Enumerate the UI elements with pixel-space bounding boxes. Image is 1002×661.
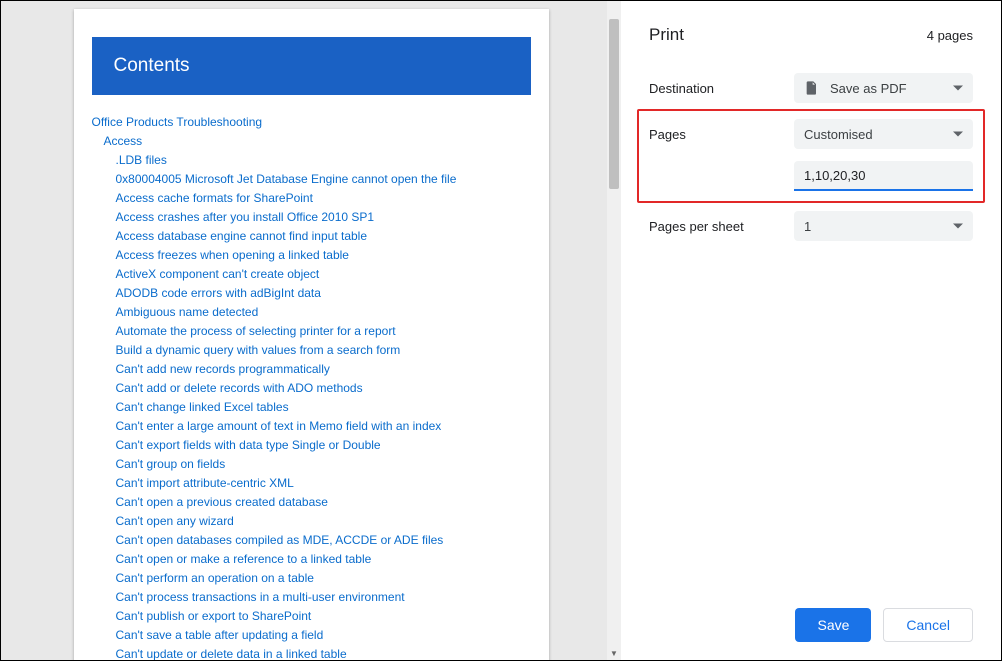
toc-link[interactable]: Can't group on fields <box>116 457 226 471</box>
toc-link[interactable]: ActiveX component can't create object <box>116 267 320 281</box>
toc-link[interactable]: Access database engine cannot find input… <box>116 229 368 243</box>
destination-label: Destination <box>649 81 794 96</box>
chevron-down-icon <box>953 86 963 91</box>
pages-per-sheet-select[interactable]: 1 <box>794 211 973 241</box>
save-button[interactable]: Save <box>795 608 871 642</box>
toc-link[interactable]: Can't open databases compiled as MDE, AC… <box>116 533 444 547</box>
toc-link[interactable]: Can't import attribute-centric XML <box>116 476 294 490</box>
toc-link[interactable]: Access <box>104 134 143 148</box>
toc-link[interactable]: Can't perform an operation on a table <box>116 571 314 585</box>
preview-scrollbar[interactable]: ▲ ▼ <box>607 1 621 660</box>
table-of-contents: Office Products Troubleshooting Access .… <box>74 113 549 660</box>
dialog-title: Print <box>649 25 684 45</box>
toc-link[interactable]: Can't update or delete data in a linked … <box>116 647 347 660</box>
toc-link[interactable]: Can't open a previous created database <box>116 495 328 509</box>
print-settings-panel: Print 4 pages Destination Save as PDF Pa… <box>621 1 1001 660</box>
toc-link[interactable]: Access freezes when opening a linked tab… <box>116 248 349 262</box>
pages-mode-value: Customised <box>804 127 873 142</box>
toc-link[interactable]: ADODB code errors with adBigInt data <box>116 286 321 300</box>
chevron-down-icon <box>953 132 963 137</box>
toc-link[interactable]: Ambiguous name detected <box>116 305 259 319</box>
pages-label: Pages <box>649 127 794 142</box>
pages-per-sheet-label: Pages per sheet <box>649 219 794 234</box>
toc-link[interactable]: Access crashes after you install Office … <box>116 210 375 224</box>
toc-link[interactable]: Can't add or delete records with ADO met… <box>116 381 363 395</box>
page-count: 4 pages <box>927 28 973 43</box>
toc-link[interactable]: Can't publish or export to SharePoint <box>116 609 312 623</box>
toc-link[interactable]: Access cache formats for SharePoint <box>116 191 313 205</box>
toc-link[interactable]: Can't save a table after updating a fiel… <box>116 628 324 642</box>
pdf-icon <box>804 80 820 96</box>
cancel-button[interactable]: Cancel <box>883 608 973 642</box>
toc-link[interactable]: Can't export fields with data type Singl… <box>116 438 381 452</box>
chevron-down-icon <box>953 224 963 229</box>
doc-contents-header: Contents <box>92 37 531 95</box>
pages-mode-select[interactable]: Customised <box>794 119 973 149</box>
pages-per-sheet-value: 1 <box>804 219 811 234</box>
toc-link[interactable]: Can't open or make a reference to a link… <box>116 552 372 566</box>
toc-link[interactable]: Can't process transactions in a multi-us… <box>116 590 405 604</box>
destination-value: Save as PDF <box>830 81 907 96</box>
document-page: Contents Office Products Troubleshooting… <box>74 9 549 660</box>
pages-highlight-box: Pages Customised <box>637 109 985 203</box>
toc-link[interactable]: Can't change linked Excel tables <box>116 400 289 414</box>
scroll-thumb[interactable] <box>609 19 619 189</box>
print-preview-pane: Contents Office Products Troubleshooting… <box>1 1 621 660</box>
toc-link[interactable]: Office Products Troubleshooting <box>92 115 263 129</box>
toc-link[interactable]: Automate the process of selecting printe… <box>116 324 396 338</box>
toc-link[interactable]: 0x80004005 Microsoft Jet Database Engine… <box>116 172 457 186</box>
toc-link[interactable]: Can't add new records programmatically <box>116 362 330 376</box>
toc-link[interactable]: Build a dynamic query with values from a… <box>116 343 401 357</box>
pages-input[interactable] <box>794 161 973 191</box>
toc-link[interactable]: Can't enter a large amount of text in Me… <box>116 419 442 433</box>
toc-link[interactable]: .LDB files <box>116 153 167 167</box>
destination-select[interactable]: Save as PDF <box>794 73 973 103</box>
toc-link[interactable]: Can't open any wizard <box>116 514 234 528</box>
scroll-down-arrow[interactable]: ▼ <box>607 646 621 660</box>
